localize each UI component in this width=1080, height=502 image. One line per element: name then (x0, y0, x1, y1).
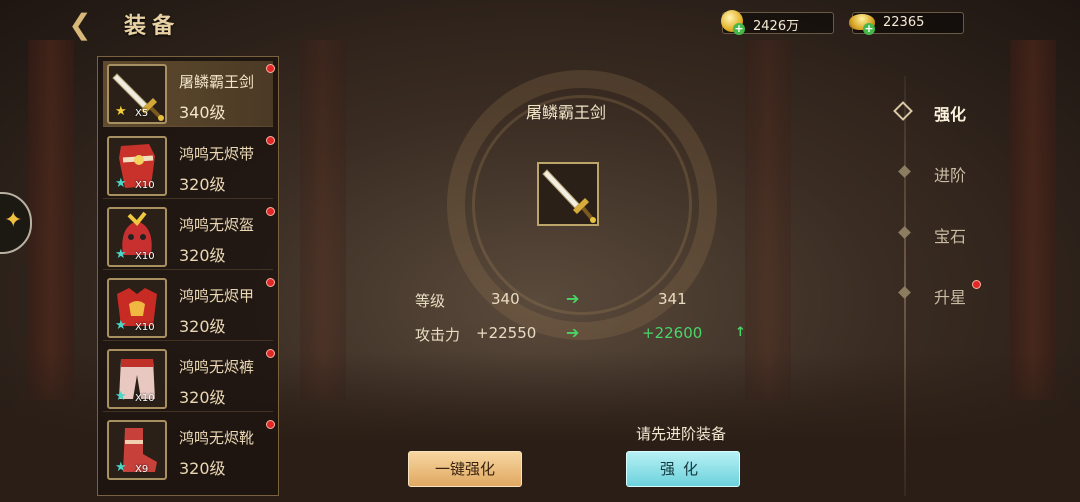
notification-dot (266, 349, 275, 358)
equipment-item-pants[interactable]: ★ X10 鸿鸣无烬裤 320级 (103, 346, 275, 412)
equipment-quantity: X5 (135, 108, 149, 119)
gold-ingot-counter[interactable]: + 22365 (849, 12, 964, 35)
equipment-icon-frame: ★ X10 (107, 207, 167, 267)
equipment-icon-frame: ★ X10 (107, 278, 167, 338)
equipment-level: 320级 (179, 246, 226, 265)
equipment-icon-frame: ★ X5 (107, 64, 167, 124)
notification-dot (972, 280, 981, 289)
background-pillar (1010, 40, 1056, 400)
equipment-name: 鸿鸣无烬盔 (179, 216, 255, 234)
equipment-item-helmet[interactable]: ★ X10 鸿鸣无烬盔 320级 (103, 204, 275, 270)
page-title: 装备 (124, 13, 181, 39)
star-icon: ★ (115, 318, 127, 333)
chevron-left-icon: ❮ (68, 8, 92, 41)
plus-icon[interactable]: + (733, 23, 745, 35)
tab-marker-icon (898, 165, 911, 178)
selected-weapon-name: 屠鳞霸王剑 (525, 103, 606, 122)
stat-next-level: 341 (658, 290, 687, 308)
equipment-name: 屠鳞霸王剑 (179, 73, 255, 91)
background-pillar (300, 40, 346, 400)
tab-marker-icon (893, 101, 913, 121)
equipment-name: 鸿鸣无烬裤 (179, 358, 255, 376)
equipment-level: 320级 (179, 459, 226, 478)
equipment-item-belt[interactable]: ★ X10 鸿鸣无烬带 320级 (103, 133, 275, 199)
equipment-item-sword[interactable]: ★ X5 屠鳞霸王剑 340级 (103, 61, 275, 127)
background-pillar (745, 40, 791, 400)
gold-ingot-amount: 22365 (883, 15, 925, 30)
back-button[interactable]: ❮ (64, 10, 96, 40)
equipment-icon-frame: ★ X9 (107, 420, 167, 480)
one-click-enhance-button[interactable]: 一键强化 (408, 451, 522, 487)
equipment-level: 340级 (179, 103, 226, 122)
equipment-name: 鸿鸣无烬带 (179, 145, 255, 163)
notification-dot (266, 207, 275, 216)
equipment-name: 鸿鸣无烬靴 (179, 429, 255, 447)
notification-dot (266, 278, 275, 287)
equipment-icon-frame: ★ X10 (107, 136, 167, 196)
equipment-quantity: X10 (135, 251, 155, 262)
stat-current-attack: +22550 (476, 324, 537, 342)
star-icon: ★ (115, 247, 127, 262)
equipment-level: 320级 (179, 175, 226, 194)
tab-marker-icon (898, 226, 911, 239)
star-icon: ★ (115, 176, 127, 191)
tab-gem[interactable]: 宝石 (934, 223, 966, 247)
equipment-list: ★ X5 屠鳞霸王剑 340级 ★ X10 鸿鸣无烬带 320级 ★ X10 鸿… (97, 56, 279, 496)
equipment-quantity: X9 (135, 464, 149, 475)
tab-enhance[interactable]: 强化 (934, 101, 966, 125)
tab-marker-icon (898, 286, 911, 299)
stat-label-attack: 攻击力 (415, 326, 461, 344)
enhance-button[interactable]: 强化 (626, 451, 740, 487)
star-icon: ★ (115, 460, 127, 475)
star-icon: ★ (115, 389, 127, 404)
notification-dot (266, 64, 275, 73)
equipment-level: 320级 (179, 317, 226, 336)
stat-label-level: 等级 (415, 292, 446, 310)
equipment-item-boots[interactable]: ★ X9 鸿鸣无烬靴 320级 (103, 417, 275, 483)
tab-star-up[interactable]: 升星 (934, 284, 966, 308)
arrow-right-icon: ➔ (566, 289, 580, 308)
equipment-quantity: X10 (135, 393, 155, 404)
plus-icon[interactable]: + (863, 23, 875, 35)
equipment-name: 鸿鸣无烬甲 (179, 287, 255, 305)
background-pillar (28, 40, 74, 400)
stat-current-level: 340 (491, 290, 520, 308)
selected-weapon-frame (537, 162, 599, 226)
equipment-item-armor[interactable]: ★ X10 鸿鸣无烬甲 320级 (103, 275, 275, 341)
equipment-level: 320级 (179, 388, 226, 407)
menu-badge-icon: ✦ (4, 208, 23, 233)
stat-next-attack: +22600 (642, 324, 703, 342)
equipment-quantity: X10 (135, 322, 155, 333)
sword-icon (542, 169, 596, 223)
notification-dot (266, 136, 275, 145)
arrow-right-icon: ➔ (566, 323, 580, 342)
tab-advance[interactable]: 进阶 (934, 162, 966, 186)
equipment-quantity: X10 (135, 180, 155, 191)
gold-coin-counter[interactable]: + 2426万 (721, 10, 834, 35)
arrow-up-icon: ↑ (735, 325, 746, 340)
star-icon: ★ (115, 104, 127, 119)
gold-coin-amount: 2426万 (753, 19, 800, 34)
notification-dot (266, 420, 275, 429)
equipment-icon-frame: ★ X10 (107, 349, 167, 409)
hint-text: 请先进阶装备 (636, 425, 727, 443)
